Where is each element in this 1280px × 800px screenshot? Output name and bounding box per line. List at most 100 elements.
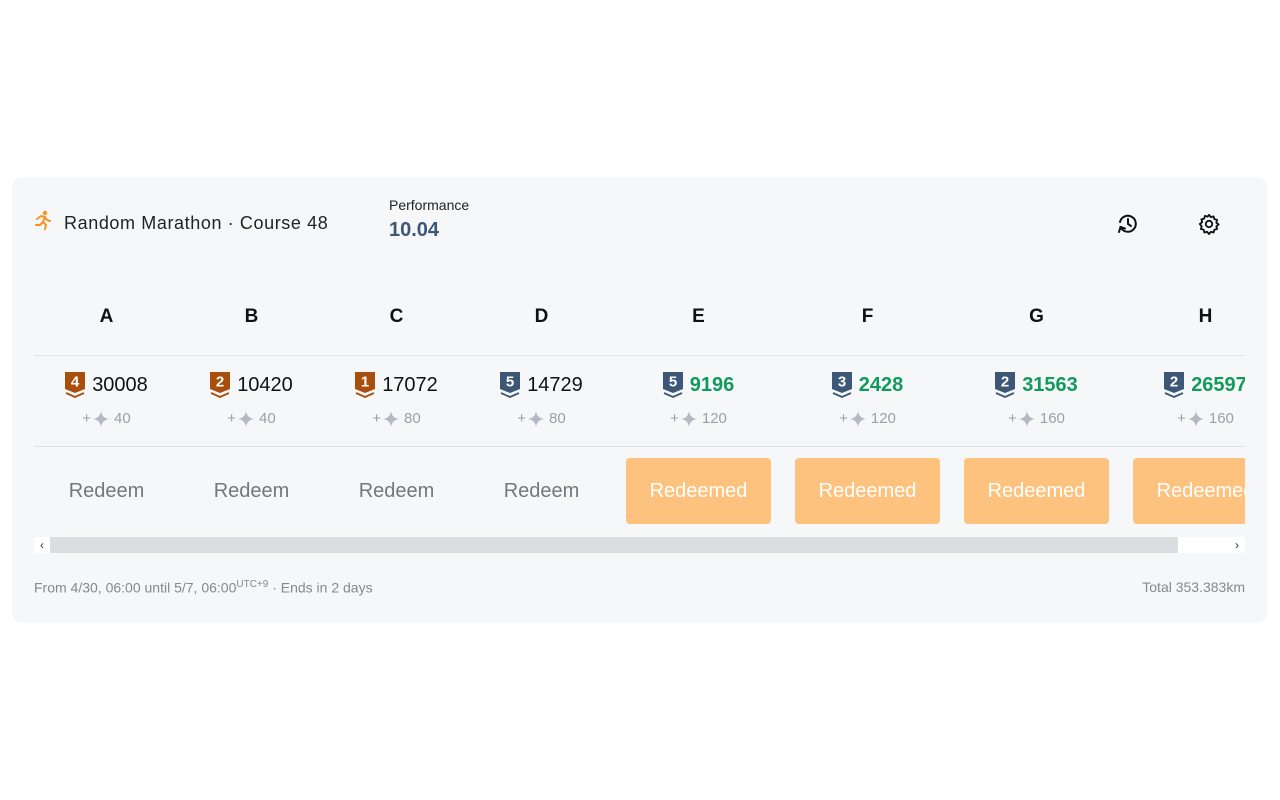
- bonus-prefix: +: [82, 410, 92, 427]
- column-header: A: [34, 287, 179, 356]
- column-g: G 2 31563 + 160 Redeemed: [952, 287, 1121, 527]
- score: 5 14729: [469, 372, 614, 398]
- performance-label: Performance: [389, 197, 470, 213]
- button-cell: Redeemed: [952, 447, 1121, 527]
- event-period: From 4/30, 06:00 until 5/7, 06:00UTC+9 ·…: [34, 579, 373, 596]
- bonus-value: 80: [549, 410, 566, 427]
- gem-icon: [849, 410, 866, 427]
- history-button[interactable]: [1115, 211, 1141, 237]
- score-cell: 5 14729 + 80: [469, 356, 614, 447]
- course-title: Random Marathon · Course 48: [64, 212, 329, 233]
- bonus-prefix: +: [517, 410, 527, 427]
- gem-icon: [238, 410, 255, 427]
- bonus-value: 120: [701, 410, 727, 427]
- total-distance: Total 353.383km: [1142, 579, 1245, 595]
- column-header: F: [783, 287, 952, 356]
- score-value: 17072: [382, 373, 438, 396]
- score-cell: 3 2428 + 120: [783, 356, 952, 447]
- redeemed-button[interactable]: Redeemed: [1133, 458, 1245, 524]
- button-cell: Redeemed: [1121, 447, 1245, 527]
- rank-number: 4: [71, 374, 80, 391]
- ends-text: · Ends in 2 days: [268, 579, 373, 596]
- button-cell: Redeem: [179, 447, 324, 527]
- column-d: D 5 14729 + 80 Redeem: [469, 287, 614, 527]
- score-value: 9196: [689, 373, 735, 396]
- score: 4 30008: [34, 372, 179, 398]
- score-value: 2428: [858, 373, 904, 396]
- score-cell: 4 30008 + 40: [34, 356, 179, 447]
- gear-icon: [1198, 213, 1220, 235]
- redeem-button[interactable]: Redeem: [191, 458, 312, 524]
- rank-badge-icon: 2: [210, 372, 231, 398]
- column-header: H: [1121, 287, 1245, 356]
- bonus: + 120: [783, 410, 952, 427]
- rank-number: 2: [216, 374, 224, 391]
- column-header: C: [324, 287, 469, 356]
- bonus-value: 160: [1039, 410, 1065, 427]
- marathon-card: Random Marathon · Course 48 Performance …: [12, 177, 1267, 623]
- bonus-prefix: +: [670, 410, 679, 427]
- redeem-button[interactable]: Redeem: [46, 458, 167, 524]
- horizontal-scrollbar[interactable]: ‹ ›: [34, 537, 1245, 553]
- bonus: + 40: [179, 410, 324, 427]
- bonus-prefix: +: [839, 410, 848, 427]
- bonus: + 80: [469, 410, 614, 427]
- column-header: E: [614, 287, 783, 356]
- bonus: + 160: [952, 410, 1121, 427]
- score-value: 31563: [1022, 373, 1078, 396]
- score-cell: 2 26597 + 160: [1121, 356, 1245, 447]
- gem-icon: [93, 410, 110, 427]
- column-b: B 2 10420 + 40 Redeem: [179, 287, 324, 527]
- redeemed-button[interactable]: Redeemed: [795, 458, 940, 524]
- gem-icon: [528, 410, 545, 427]
- score-value: 10420: [237, 373, 293, 396]
- column-c: C 1 17072 + 80 Redeem: [324, 287, 469, 527]
- runner-icon: [34, 210, 52, 236]
- scrollbar-thumb[interactable]: [50, 537, 1178, 553]
- score-cell: 5 9196 + 120: [614, 356, 783, 447]
- gem-icon: [383, 410, 400, 427]
- bonus-value: 40: [259, 410, 276, 427]
- redeemed-button[interactable]: Redeemed: [964, 458, 1109, 524]
- card-title: Random Marathon · Course 48: [34, 210, 328, 236]
- rank-number: 2: [1170, 374, 1178, 391]
- history-icon: [1118, 214, 1137, 233]
- bonus-value: 120: [870, 410, 896, 427]
- redeemed-button[interactable]: Redeemed: [626, 458, 771, 524]
- gem-icon: [1018, 410, 1035, 427]
- performance: Performance 10.04: [389, 197, 469, 242]
- column-header: D: [469, 287, 614, 356]
- score: 3 2428: [783, 372, 952, 398]
- rewards-scroll-area: A 4 30008 + 40 Redeem B 2 10420 + 40 Red…: [34, 287, 1245, 527]
- redeem-button[interactable]: Redeem: [336, 458, 457, 524]
- rank-number: 5: [669, 374, 677, 391]
- scroll-left-arrow[interactable]: ‹: [34, 537, 50, 553]
- rank-badge-icon: 3: [831, 372, 852, 398]
- score-value: 14729: [527, 373, 583, 396]
- rank-badge-icon: 2: [1164, 372, 1185, 398]
- score: 2 26597: [1121, 372, 1245, 398]
- button-cell: Redeem: [34, 447, 179, 527]
- bonus-value: 40: [114, 410, 131, 427]
- redeem-button[interactable]: Redeem: [481, 458, 602, 524]
- score-value: 26597: [1191, 373, 1245, 396]
- score-value: 30008: [92, 373, 148, 396]
- bonus: + 40: [34, 410, 179, 427]
- rank-badge-icon: 5: [500, 372, 521, 398]
- rank-number: 2: [1001, 374, 1009, 391]
- rank-number: 5: [506, 374, 514, 391]
- score: 1 17072: [324, 372, 469, 398]
- column-h: H 2 26597 + 160 Redeemed: [1121, 287, 1245, 527]
- rank-badge-icon: 1: [355, 372, 376, 398]
- rank-badge-icon: 2: [995, 372, 1016, 398]
- rank-badge-icon: 4: [65, 372, 86, 398]
- settings-button[interactable]: [1196, 211, 1222, 237]
- scroll-right-arrow[interactable]: ›: [1229, 537, 1245, 553]
- bonus: + 120: [614, 410, 783, 427]
- column-header: B: [179, 287, 324, 356]
- bonus-prefix: +: [227, 410, 237, 427]
- column-f: F 3 2428 + 120 Redeemed: [783, 287, 952, 527]
- rank-number: 3: [838, 374, 846, 391]
- bonus-prefix: +: [1177, 410, 1186, 427]
- score: 5 9196: [614, 372, 783, 398]
